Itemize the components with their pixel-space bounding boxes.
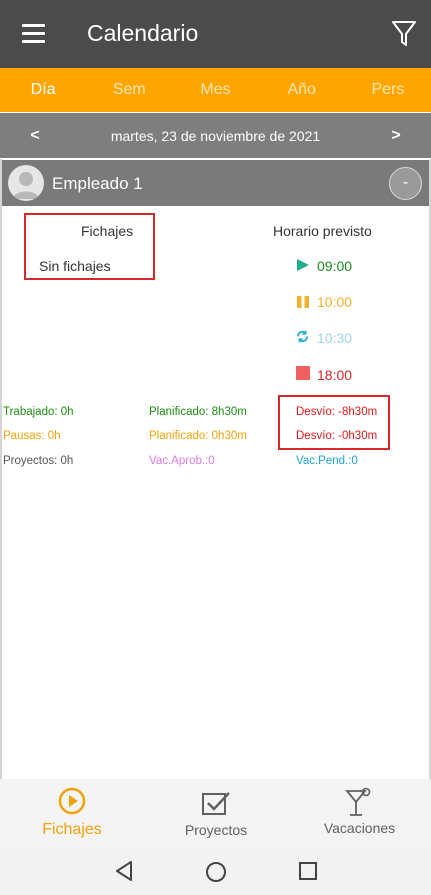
cocktail-icon (344, 787, 370, 816)
stat-planificado-trabajo: Planificado: 8h30m (149, 406, 247, 418)
filter-icon[interactable] (391, 20, 417, 48)
stat-planificado-pausas: Planificado: 0h30m (149, 430, 247, 442)
schedule-resume-time: 10:30 (317, 330, 353, 346)
schedule-end-time: 18:00 (317, 367, 353, 383)
highlight-box-desvio (278, 395, 390, 450)
tab-mes[interactable]: Mes (172, 68, 258, 112)
app-bar (0, 0, 431, 68)
nav-proyectos-label: Proyectos (184, 822, 248, 838)
user-silhouette-icon (13, 172, 39, 199)
back-icon[interactable] (114, 860, 134, 882)
nav-proyectos[interactable]: Proyectos (144, 779, 288, 847)
play-circle-icon (58, 787, 86, 815)
home-icon[interactable] (205, 861, 227, 883)
pause-icon (297, 296, 309, 308)
tab-ano[interactable]: Año (259, 68, 345, 112)
nav-vacaciones[interactable]: Vacaciones (288, 779, 431, 847)
prev-day-button[interactable]: < (0, 127, 70, 145)
menu-icon[interactable] (22, 24, 46, 44)
nav-fichajes[interactable]: Fichajes (0, 779, 144, 847)
tab-dia[interactable]: Día (0, 68, 86, 112)
date-bar: < martes, 23 de noviembre de 2021 > (0, 113, 431, 158)
current-date: martes, 23 de noviembre de 2021 (110, 127, 321, 144)
employee-name: Empleado 1 (52, 174, 143, 193)
tab-pers[interactable]: Pers (345, 68, 431, 112)
next-day-button[interactable]: > (361, 127, 431, 145)
horario-previsto-title: Horario previsto (273, 223, 372, 239)
stop-icon (296, 366, 310, 380)
highlight-box-fichajes (24, 213, 155, 280)
avatar (8, 165, 44, 201)
recents-icon[interactable] (299, 862, 317, 880)
page-title: Calendario (87, 20, 199, 46)
collapse-button[interactable]: - (389, 167, 422, 200)
tab-sem[interactable]: Sem (86, 68, 172, 112)
stat-vac-pend: Vac.Pend.:0 (296, 455, 358, 467)
nav-vacaciones-label: Vacaciones (323, 820, 396, 836)
nav-fichajes-label: Fichajes (42, 821, 102, 838)
view-tabs: Día Sem Mes Año Pers (0, 68, 431, 112)
play-icon (297, 259, 309, 271)
stat-pausas: Pausas: 0h (3, 430, 61, 442)
stat-vac-aprob: Vac.Aprob.:0 (149, 455, 215, 467)
checkbox-icon (202, 792, 230, 815)
sync-icon (296, 329, 309, 344)
stat-proyectos: Proyectos: 0h (3, 455, 74, 467)
stat-trabajado: Trabajado: 0h (3, 406, 74, 418)
schedule-start-time: 09:00 (317, 258, 353, 274)
schedule-pause-time: 10:00 (317, 294, 353, 310)
